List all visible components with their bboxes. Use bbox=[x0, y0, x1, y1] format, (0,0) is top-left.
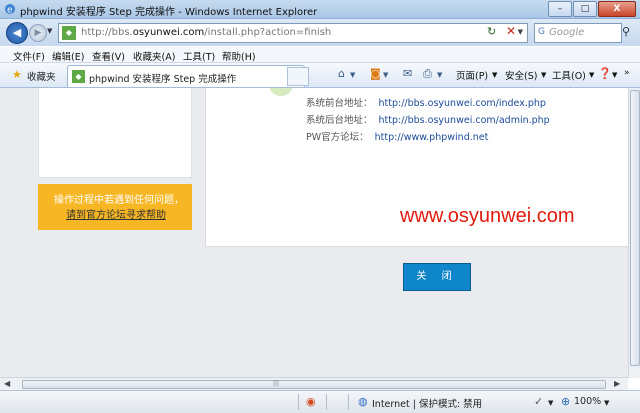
scroll-grip-icon: ||| bbox=[273, 380, 280, 387]
maximize-button[interactable]: □ bbox=[573, 1, 597, 17]
home-icon[interactable]: ⌂ bbox=[338, 67, 345, 80]
safety-menu-button[interactable]: 安全(S) bbox=[505, 68, 537, 82]
vertical-scroll-thumb[interactable] bbox=[630, 90, 640, 366]
svg-text:e: e bbox=[7, 6, 13, 16]
zoom-level[interactable]: 100% bbox=[574, 396, 601, 407]
menu-bar: 文件(F) 编辑(E) 查看(V) 收藏夹(A) 工具(T) 帮助(H) bbox=[0, 47, 640, 63]
protected-mode-icon[interactable]: ✓ bbox=[534, 395, 543, 408]
frontend-url-row: 系统前台地址： http://bbs.osyunwei.com/index.php bbox=[306, 95, 546, 109]
close-window-button[interactable]: X bbox=[598, 1, 636, 17]
page-menu-button[interactable]: 页面(P) bbox=[456, 68, 488, 82]
refresh-button-icon[interactable]: ↻ bbox=[487, 25, 496, 38]
success-check-icon bbox=[270, 88, 292, 96]
menu-favorites[interactable]: 收藏夹(A) bbox=[133, 49, 175, 63]
forum-help-link[interactable]: 请到官方论坛寻求帮助 bbox=[66, 206, 166, 221]
tools-dropdown-icon[interactable]: ▼ bbox=[589, 71, 594, 79]
window-title: phpwind 安装程序 Step 完成操作 - Windows Interne… bbox=[20, 7, 318, 18]
privacy-report-icon[interactable]: ◉ bbox=[306, 395, 316, 408]
page-dropdown-icon[interactable]: ▼ bbox=[492, 71, 497, 79]
favorites-star-icon[interactable]: ★ bbox=[12, 68, 22, 81]
admin-url-row: 系统后台地址： http://bbs.osyunwei.com/admin.php bbox=[306, 112, 550, 126]
official-forum-link[interactable]: http://www.phpwind.net bbox=[375, 132, 489, 143]
help-dropdown-icon[interactable]: ▼ bbox=[612, 71, 617, 79]
menu-help[interactable]: 帮助(H) bbox=[222, 49, 256, 63]
search-input[interactable]: Google bbox=[549, 27, 584, 38]
favorites-button[interactable]: 收藏夹 bbox=[27, 69, 56, 83]
print-icon[interactable]: ⎙ bbox=[423, 67, 432, 81]
zoom-icon[interactable]: ⊕ bbox=[561, 395, 570, 408]
address-dropdown-icon[interactable]: ▼ bbox=[518, 28, 523, 36]
scroll-left-icon[interactable]: ◀ bbox=[4, 379, 10, 388]
row-label: 系统前台地址： bbox=[306, 98, 373, 109]
security-zone-status[interactable]: Internet | 保护模式: 禁用 bbox=[372, 396, 482, 410]
status-divider bbox=[348, 394, 349, 410]
address-bar[interactable]: ◆ http://bbs.osyunwei.com/install.php?ac… bbox=[58, 23, 528, 43]
horizontal-scroll-thumb[interactable] bbox=[22, 380, 606, 389]
google-icon: G bbox=[538, 27, 545, 37]
page-viewport: 操作过程中若遇到任何问题， 请到官方论坛寻求帮助 系统前台地址： http://b… bbox=[0, 88, 628, 378]
site-favicon-icon: ◆ bbox=[62, 26, 76, 40]
home-dropdown-icon[interactable]: ▼ bbox=[350, 71, 355, 79]
status-dropdown-icon[interactable]: ▼ bbox=[548, 399, 553, 407]
menu-edit[interactable]: 编辑(E) bbox=[52, 49, 84, 63]
more-commands-icon[interactable]: » bbox=[624, 68, 630, 78]
tab-title: phpwind 安装程序 Step 完成操作 bbox=[89, 74, 237, 85]
back-button[interactable]: ◀ bbox=[6, 22, 28, 44]
navigation-bar: ◀ ▶ ▼ ◆ http://bbs.osyunwei.com/install.… bbox=[0, 19, 640, 46]
frontend-url-link[interactable]: http://bbs.osyunwei.com/index.php bbox=[379, 98, 546, 109]
title-bar: e phpwind 安装程序 Step 完成操作 - Windows Inter… bbox=[0, 0, 640, 19]
stop-icon[interactable]: ✕ bbox=[506, 24, 516, 38]
address-url[interactable]: http://bbs.osyunwei.com/install.php?acti… bbox=[81, 27, 331, 38]
watermark-text: www.osyunwei.com bbox=[400, 205, 575, 227]
new-tab-button[interactable] bbox=[287, 67, 309, 86]
ie-logo-icon: e bbox=[5, 4, 15, 16]
status-bar: ◉ ◍ Internet | 保护模式: 禁用 ✓ ▼ ⊕ 100% ▼ bbox=[0, 390, 640, 413]
mail-icon[interactable]: ✉ bbox=[403, 67, 412, 80]
sidebar-panel bbox=[38, 88, 192, 178]
scroll-right-icon[interactable]: ▶ bbox=[614, 379, 620, 388]
tab-favicon-icon: ◆ bbox=[72, 70, 85, 83]
horizontal-scrollbar[interactable]: ◀ ||| ▶ bbox=[0, 377, 628, 390]
help-icon[interactable]: ❓ bbox=[598, 67, 612, 80]
browser-tab[interactable]: ◆ phpwind 安装程序 Step 完成操作 bbox=[67, 65, 305, 87]
safety-dropdown-icon[interactable]: ▼ bbox=[541, 71, 546, 79]
command-bar: ★ 收藏夹 ◆ phpwind 安装程序 Step 完成操作 ⌂ ▼ ◙ ▼ ✉… bbox=[0, 63, 640, 88]
forward-button[interactable]: ▶ bbox=[29, 24, 47, 42]
menu-view[interactable]: 查看(V) bbox=[92, 49, 125, 63]
close-button[interactable]: 关 闭 bbox=[403, 263, 471, 291]
forum-url-row: PW官方论坛： http://www.phpwind.net bbox=[306, 129, 488, 143]
admin-url-link[interactable]: http://bbs.osyunwei.com/admin.php bbox=[379, 115, 550, 126]
history-dropdown-icon[interactable]: ▼ bbox=[47, 27, 52, 35]
feeds-dropdown-icon[interactable]: ▼ bbox=[383, 71, 388, 79]
search-icon[interactable]: ⚲ bbox=[622, 25, 630, 38]
help-box: 操作过程中若遇到任何问题， 请到官方论坛寻求帮助 bbox=[38, 184, 192, 230]
search-box[interactable]: G Google bbox=[534, 23, 622, 43]
print-dropdown-icon[interactable]: ▼ bbox=[437, 71, 442, 79]
menu-file[interactable]: 文件(F) bbox=[13, 49, 45, 63]
vertical-scrollbar[interactable] bbox=[628, 88, 640, 378]
tools-menu-button[interactable]: 工具(O) bbox=[552, 68, 586, 82]
zoom-dropdown-icon[interactable]: ▼ bbox=[604, 399, 609, 407]
row-label: 系统后台地址： bbox=[306, 115, 373, 126]
status-divider bbox=[326, 394, 327, 410]
internet-zone-icon: ◍ bbox=[358, 395, 368, 408]
menu-tools[interactable]: 工具(T) bbox=[183, 49, 215, 63]
minimize-button[interactable]: – bbox=[548, 1, 572, 17]
help-text: 操作过程中若遇到任何问题， bbox=[54, 195, 184, 206]
rss-feeds-icon[interactable]: ◙ bbox=[370, 67, 381, 80]
row-label: PW官方论坛： bbox=[306, 132, 369, 143]
status-divider bbox=[298, 394, 299, 410]
